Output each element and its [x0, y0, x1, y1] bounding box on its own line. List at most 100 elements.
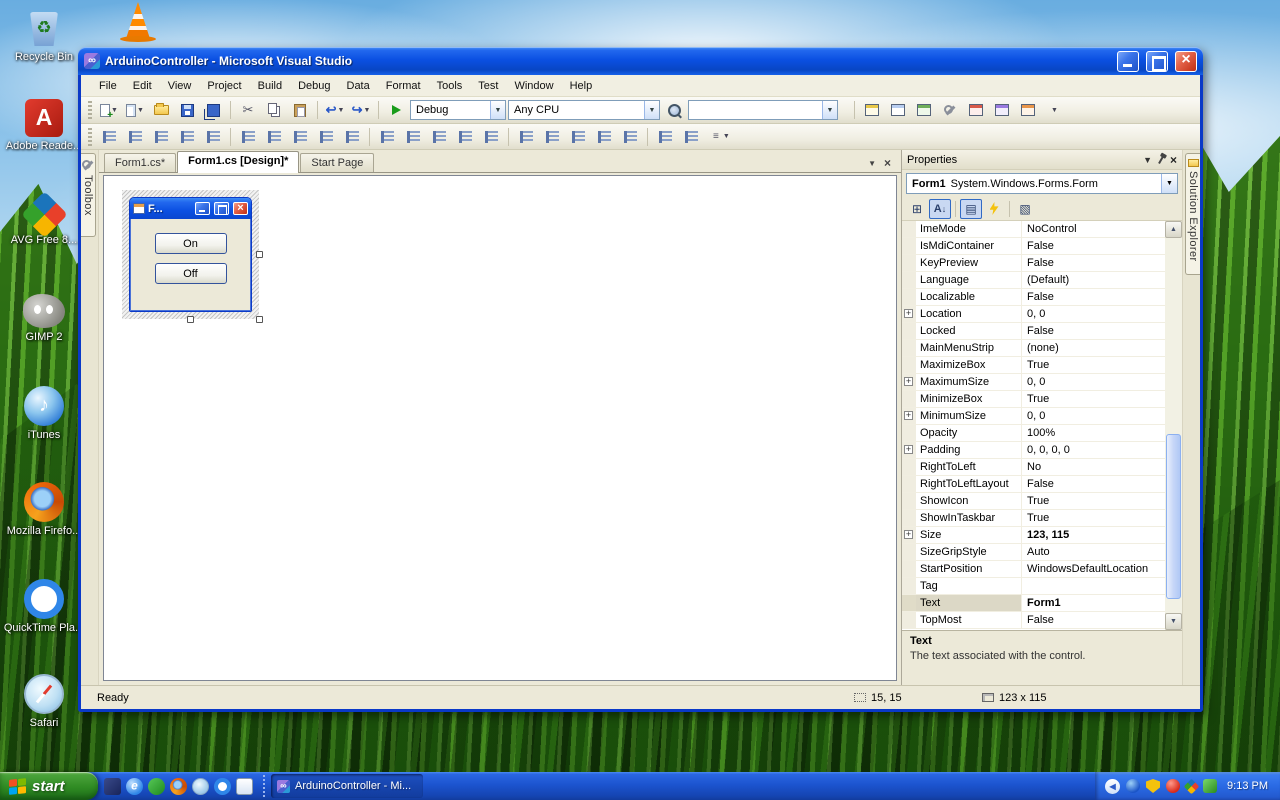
tray-status-icon[interactable]	[1203, 779, 1218, 793]
layout-tool-15[interactable]	[479, 126, 503, 148]
layout-tool-19[interactable]	[592, 126, 616, 148]
quick-launch-icon-7[interactable]	[236, 777, 253, 795]
expand-icon[interactable]: +	[904, 309, 913, 318]
chevron-down-icon[interactable]: ▼	[1161, 174, 1177, 193]
property-name[interactable]: ShowInTaskbar	[902, 510, 1022, 526]
menu-tools[interactable]: Tools	[429, 77, 471, 95]
property-value[interactable]: (Default)	[1022, 272, 1165, 288]
layout-tool-12[interactable]	[401, 126, 425, 148]
property-row-tag[interactable]: Tag	[902, 578, 1165, 595]
maximize-button[interactable]	[1146, 50, 1168, 72]
property-name[interactable]: Language	[902, 272, 1022, 288]
designed-form-titlebar[interactable]: F...	[130, 198, 251, 219]
property-name[interactable]: MainMenuStrip	[902, 340, 1022, 356]
property-row-imemode[interactable]: ImeMode NoControl	[902, 221, 1165, 238]
expand-icon[interactable]: +	[904, 411, 913, 420]
form-close-button[interactable]	[233, 202, 248, 215]
tray-alert-icon[interactable]	[1166, 779, 1181, 793]
cut-button[interactable]	[236, 99, 260, 121]
command-window-button[interactable]	[1016, 99, 1040, 121]
property-row-righttoleft[interactable]: RightToLeft No	[902, 459, 1165, 476]
toolbar-options-button[interactable]: ▼	[1042, 99, 1066, 121]
on-button[interactable]: On	[154, 233, 227, 254]
expand-icon[interactable]: +	[904, 530, 913, 539]
property-row-location[interactable]: + Location 0, 0	[902, 306, 1165, 323]
property-name[interactable]: IsMdiContainer	[902, 238, 1022, 254]
design-surface[interactable]: F... On Off	[103, 175, 897, 681]
desktop-icon-itunes[interactable]: iTunes	[2, 384, 86, 441]
find-combo[interactable]: ▼	[688, 100, 838, 120]
solution-explorer-button[interactable]	[860, 99, 884, 121]
auto-hide-pin-icon[interactable]	[1158, 155, 1164, 164]
property-value[interactable]: True	[1022, 510, 1165, 526]
property-row-size[interactable]: + Size 123, 115	[902, 527, 1165, 544]
property-name[interactable]: Locked	[902, 323, 1022, 339]
property-value[interactable]: Auto	[1022, 544, 1165, 560]
chevron-down-icon[interactable]: ▼	[822, 101, 837, 119]
internet-explorer-icon[interactable]	[126, 777, 143, 795]
menu-debug[interactable]: Debug	[290, 77, 338, 95]
layout-tool-2[interactable]	[123, 126, 147, 148]
toolbox-button[interactable]	[938, 99, 962, 121]
layout-tool-8[interactable]	[288, 126, 312, 148]
minimize-button[interactable]	[1117, 50, 1139, 72]
property-name[interactable]: Text	[902, 595, 1022, 611]
layout-tool-5[interactable]	[201, 126, 225, 148]
property-name[interactable]: RightToLeftLayout	[902, 476, 1022, 492]
start-debugging-button[interactable]	[384, 99, 408, 121]
toolbar-overflow-button[interactable]: ≡ ▼	[713, 131, 730, 142]
property-value[interactable]: 0, 0	[1022, 374, 1165, 390]
property-row-showicon[interactable]: ShowIcon True	[902, 493, 1165, 510]
property-row-localizable[interactable]: Localizable False	[902, 289, 1165, 306]
property-name[interactable]: StartPosition	[902, 561, 1022, 577]
property-row-showintaskbar[interactable]: ShowInTaskbar True	[902, 510, 1165, 527]
property-row-locked[interactable]: Locked False	[902, 323, 1165, 340]
property-value[interactable]: 100%	[1022, 425, 1165, 441]
property-value[interactable]: False	[1022, 612, 1165, 628]
solution-explorer-tab[interactable]: Solution Explorer	[1185, 153, 1200, 275]
layout-tool-1[interactable]	[97, 126, 121, 148]
scroll-up-icon[interactable]: ▲	[1165, 221, 1182, 238]
expand-icon[interactable]: +	[904, 445, 913, 454]
off-button[interactable]: Off	[154, 263, 227, 284]
chevron-down-icon[interactable]: ▼	[490, 101, 505, 119]
desktop-icon-gimp[interactable]: GIMP 2	[2, 288, 86, 343]
designed-form[interactable]: F... On Off	[129, 197, 252, 312]
layout-tool-16[interactable]	[514, 126, 538, 148]
layout-tool-9[interactable]	[314, 126, 338, 148]
tab-start-page[interactable]: Start Page	[300, 153, 375, 172]
property-name[interactable]: MaximizeBox	[902, 357, 1022, 373]
layout-tool-10[interactable]	[340, 126, 364, 148]
property-name[interactable]: + MinimumSize	[902, 408, 1022, 424]
menu-window[interactable]: Window	[506, 77, 561, 95]
desktop-icon-quicktime[interactable]: QuickTime Pla...	[2, 577, 86, 634]
menu-edit[interactable]: Edit	[125, 77, 160, 95]
object-browser-button[interactable]	[912, 99, 936, 121]
property-row-opacity[interactable]: Opacity 100%	[902, 425, 1165, 442]
close-button[interactable]	[1175, 50, 1197, 72]
quicktime-quick-launch-icon[interactable]	[214, 777, 231, 795]
property-name[interactable]: + Padding	[902, 442, 1022, 458]
menu-project[interactable]: Project	[199, 77, 249, 95]
resize-handle-right[interactable]	[256, 250, 263, 258]
property-row-language[interactable]: Language (Default)	[902, 272, 1165, 289]
close-tab-icon[interactable]: ×	[884, 157, 891, 169]
property-row-minimizebox[interactable]: MinimizeBox True	[902, 391, 1165, 408]
quick-launch-icon-1[interactable]	[104, 777, 121, 795]
property-value[interactable]: Form1	[1022, 595, 1165, 611]
menu-format[interactable]: Format	[378, 77, 429, 95]
property-value[interactable]	[1022, 578, 1165, 594]
property-value[interactable]: False	[1022, 255, 1165, 271]
start-button[interactable]: start	[0, 772, 98, 800]
property-row-keypreview[interactable]: KeyPreview False	[902, 255, 1165, 272]
menu-build[interactable]: Build	[250, 77, 290, 95]
property-row-text[interactable]: Text Form1	[902, 595, 1165, 612]
tray-chevron-icon[interactable]: ◀	[1105, 778, 1121, 794]
vlc-cone-icon[interactable]	[120, 2, 156, 44]
property-value[interactable]: 0, 0	[1022, 306, 1165, 322]
property-value[interactable]: NoControl	[1022, 221, 1165, 237]
property-name[interactable]: ShowIcon	[902, 493, 1022, 509]
platform-combo[interactable]: Any CPU ▼	[508, 100, 660, 120]
property-name[interactable]: ImeMode	[902, 221, 1022, 237]
property-row-topmost[interactable]: TopMost False	[902, 612, 1165, 629]
